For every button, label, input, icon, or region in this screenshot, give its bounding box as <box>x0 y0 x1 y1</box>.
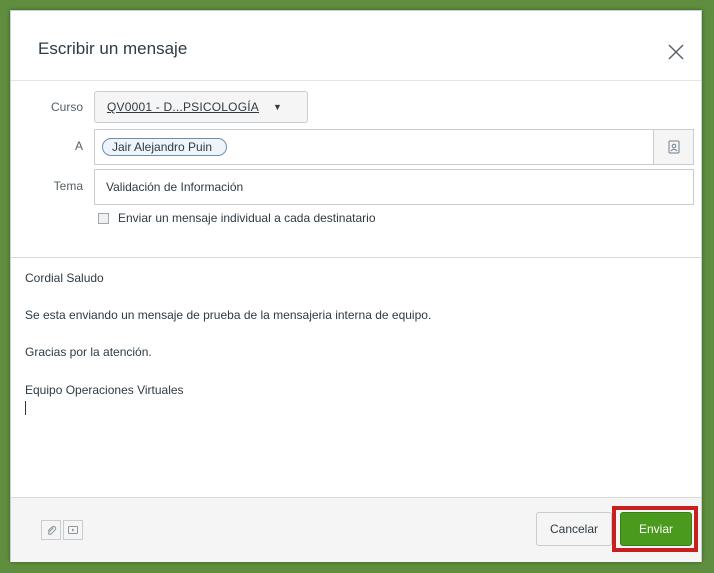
individual-message-label: Enviar un mensaje individual a cada dest… <box>118 211 376 225</box>
dialog-title: Escribir un mensaje <box>38 39 188 58</box>
dialog-footer: Cancelar Enviar <box>11 497 701 562</box>
recipients-field[interactable]: Jair Alejandro Puin <box>94 129 654 165</box>
course-label: Curso <box>50 100 83 114</box>
subject-label: Tema <box>53 179 83 193</box>
recipient-token[interactable]: Jair Alejandro Puin <box>102 138 228 156</box>
course-select-value: QV0001 - D...PSICOLOGÍA <box>107 100 259 114</box>
individual-message-option: Enviar un mensaje individual a cada dest… <box>98 211 376 225</box>
close-icon[interactable] <box>665 41 687 63</box>
caret-down-icon: ▼ <box>273 102 282 112</box>
individual-message-checkbox[interactable] <box>98 212 109 224</box>
text-cursor <box>25 400 26 415</box>
message-body[interactable]: Cordial Saludo Se esta enviando un mensa… <box>11 257 701 497</box>
attachment-button[interactable] <box>41 520 61 540</box>
subject-input[interactable] <box>94 169 694 205</box>
course-select[interactable]: QV0001 - D...PSICOLOGÍA ▼ <box>94 91 308 123</box>
paperclip-icon <box>47 525 57 535</box>
send-button[interactable]: Enviar <box>620 512 692 546</box>
cancel-button[interactable]: Cancelar <box>536 512 612 546</box>
media-button[interactable] <box>63 520 83 540</box>
media-icon <box>68 526 78 534</box>
message-line: Gracias por la atención. <box>25 345 152 360</box>
message-line: Se esta enviando un mensaje de prueba de… <box>25 308 432 323</box>
compose-message-dialog: Escribir un mensaje Curso QV0001 - D...P… <box>10 10 702 562</box>
message-line: Equipo Operaciones Virtuales <box>25 382 184 397</box>
address-book-button[interactable] <box>654 129 694 165</box>
to-label: A <box>74 139 83 153</box>
address-book-icon <box>668 140 679 154</box>
message-line: Cordial Saludo <box>25 271 104 285</box>
dialog-header: Escribir un mensaje <box>11 11 701 81</box>
